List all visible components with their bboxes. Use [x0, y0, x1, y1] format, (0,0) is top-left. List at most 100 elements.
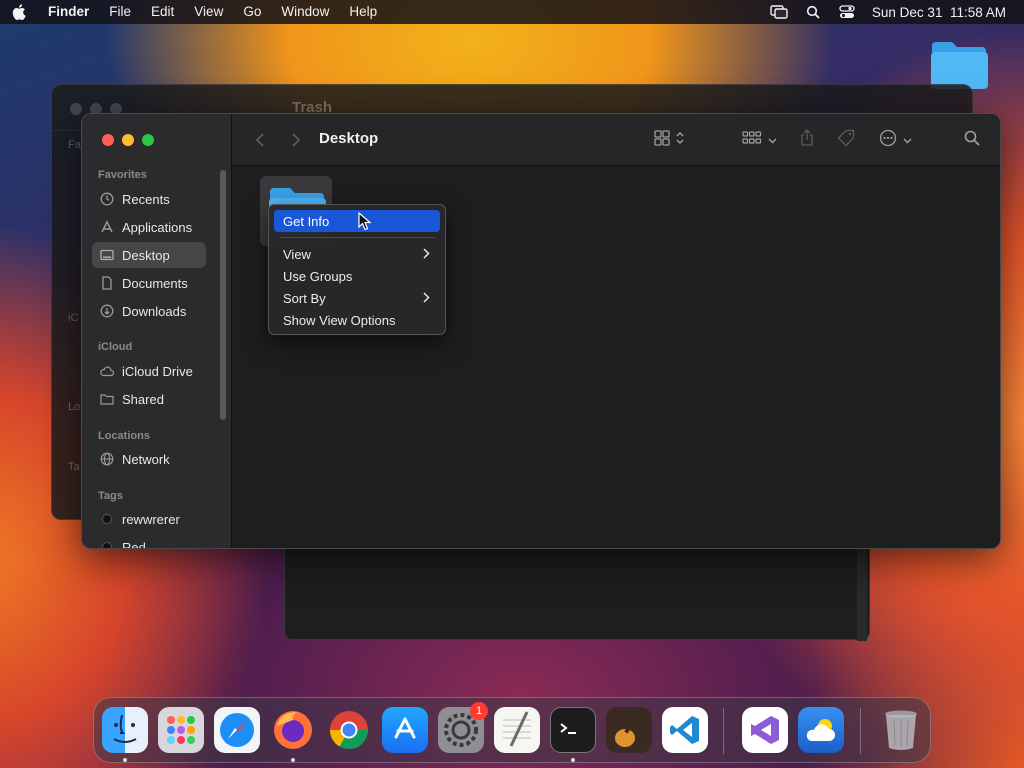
apple-menu-icon[interactable]	[0, 4, 38, 20]
sidebar: Favorites Recents Applications Desktop D…	[82, 114, 232, 548]
sidebar-item-label: Shared	[122, 391, 164, 407]
window-title: Desktop	[319, 130, 379, 147]
back-button[interactable]	[250, 130, 270, 150]
group-grid-icon	[742, 130, 762, 151]
dock-separator	[723, 708, 724, 754]
sidebar-item-recents[interactable]: Recents	[92, 186, 206, 212]
menu-help[interactable]: Help	[339, 0, 387, 24]
safari-dock-icon[interactable]	[214, 707, 260, 753]
menu-edit[interactable]: Edit	[141, 0, 184, 24]
chevron-right-icon	[423, 247, 430, 262]
zoom-button[interactable]	[142, 134, 154, 146]
tag-dot-icon	[102, 542, 112, 548]
background-sidebar-label: Lo	[68, 401, 81, 413]
sidebar-item-tag[interactable]: rewwrerer	[92, 506, 206, 532]
firefox-dock-icon[interactable]	[270, 707, 316, 753]
spotlight-search-icon[interactable]	[804, 5, 822, 19]
globe-icon	[100, 452, 114, 466]
sidebar-item-documents[interactable]: Documents	[92, 270, 206, 296]
more-actions-button[interactable]	[879, 128, 912, 152]
menu-item-sort-by[interactable]: Sort By	[274, 287, 440, 309]
screen-mirroring-icon[interactable]	[770, 5, 788, 19]
close-button[interactable]	[102, 134, 114, 146]
weather-dock-icon[interactable]	[798, 707, 844, 753]
minimize-button[interactable]	[122, 134, 134, 146]
chrome-dock-icon[interactable]	[326, 707, 372, 753]
visual-studio-dock-icon[interactable]	[742, 707, 788, 753]
shared-folder-icon	[100, 392, 114, 406]
sidebar-item-downloads[interactable]: Downloads	[92, 298, 206, 324]
vscode-dock-icon[interactable]	[662, 707, 708, 753]
share-button[interactable]	[799, 128, 815, 152]
view-mode-button[interactable]	[654, 128, 684, 152]
garageband-dock-icon[interactable]	[606, 707, 652, 753]
menu-view[interactable]: View	[184, 0, 233, 24]
menu-bar: Finder File Edit View Go Window Help Sun…	[0, 0, 1024, 24]
sidebar-section-tags: Tags	[98, 490, 123, 502]
menu-item-use-groups[interactable]: Use Groups	[274, 265, 440, 287]
control-center-icon[interactable]	[838, 5, 856, 19]
menu-item-show-view-options[interactable]: Show View Options	[274, 309, 440, 331]
chevron-down-icon	[768, 131, 777, 149]
share-icon	[799, 128, 815, 152]
terminal-dock-icon[interactable]	[550, 707, 596, 753]
sidebar-item-shared[interactable]: Shared	[92, 386, 206, 412]
tag-dot-icon	[102, 514, 112, 524]
notification-badge: 1	[470, 702, 488, 720]
sidebar-section-favorites: Favorites	[98, 169, 147, 181]
forward-button[interactable]	[286, 130, 306, 150]
trash-dock-icon[interactable]	[878, 707, 924, 753]
mouse-cursor-icon	[358, 211, 372, 232]
dock-separator	[860, 708, 861, 754]
menu-item-label: Use Groups	[283, 268, 353, 284]
sidebar-item-label: Recents	[122, 191, 170, 207]
background-sidebar-label: iC	[68, 312, 79, 324]
menu-item-label: View	[283, 246, 311, 262]
menu-item-get-info[interactable]: Get Info	[274, 210, 440, 232]
background-sidebar-label: Ta	[68, 461, 80, 473]
sidebar-item-label: Desktop	[122, 247, 170, 263]
tag-icon	[837, 129, 855, 152]
finder-dock-icon[interactable]	[102, 707, 148, 753]
menu-app-name[interactable]: Finder	[38, 0, 99, 24]
search-icon	[964, 130, 980, 151]
chevron-up-down-icon	[676, 131, 684, 150]
window-controls	[102, 134, 154, 146]
applications-icon	[100, 220, 114, 234]
sidebar-item-network[interactable]: Network	[92, 446, 206, 472]
menu-item-view[interactable]: View	[274, 243, 440, 265]
search-button[interactable]	[964, 128, 980, 152]
finder-window: Favorites Recents Applications Desktop D…	[81, 113, 1001, 549]
running-indicator	[571, 758, 575, 762]
desktop-folder-icon[interactable]	[930, 40, 988, 90]
dock: 1	[93, 697, 931, 763]
sidebar-item-icloud-drive[interactable]: iCloud Drive	[92, 358, 206, 384]
menu-item-label: Show View Options	[283, 312, 396, 328]
menu-file[interactable]: File	[99, 0, 141, 24]
toolbar: Desktop	[232, 114, 1000, 166]
clock-icon	[100, 192, 114, 206]
launchpad-dock-icon[interactable]	[158, 707, 204, 753]
document-icon	[100, 276, 114, 290]
sidebar-item-label: Documents	[122, 275, 188, 291]
sidebar-item-desktop[interactable]: Desktop	[92, 242, 206, 268]
context-menu: Get Info View Use Groups Sort By Show Vi…	[268, 204, 446, 335]
menu-window[interactable]: Window	[271, 0, 339, 24]
sidebar-section-locations: Locations	[98, 430, 150, 442]
textedit-dock-icon[interactable]	[494, 707, 540, 753]
running-indicator	[291, 758, 295, 762]
menu-go[interactable]: Go	[233, 0, 271, 24]
tag-button[interactable]	[837, 128, 855, 152]
background-sidebar-label: Fa	[68, 139, 81, 151]
chevron-right-icon	[423, 291, 430, 306]
clock[interactable]: Sun Dec 31 11:58 AM	[872, 5, 1006, 20]
cloud-icon	[100, 364, 114, 378]
sidebar-scrollbar[interactable]	[220, 170, 226, 420]
sidebar-item-label: Downloads	[122, 303, 187, 319]
sidebar-item-applications[interactable]: Applications	[92, 214, 206, 240]
group-button[interactable]	[742, 128, 777, 152]
sidebar-item-tag[interactable]: Red	[92, 534, 206, 548]
sidebar-section-icloud: iCloud	[98, 341, 133, 353]
app-store-dock-icon[interactable]	[382, 707, 428, 753]
system-settings-dock-icon[interactable]: 1	[438, 702, 488, 753]
